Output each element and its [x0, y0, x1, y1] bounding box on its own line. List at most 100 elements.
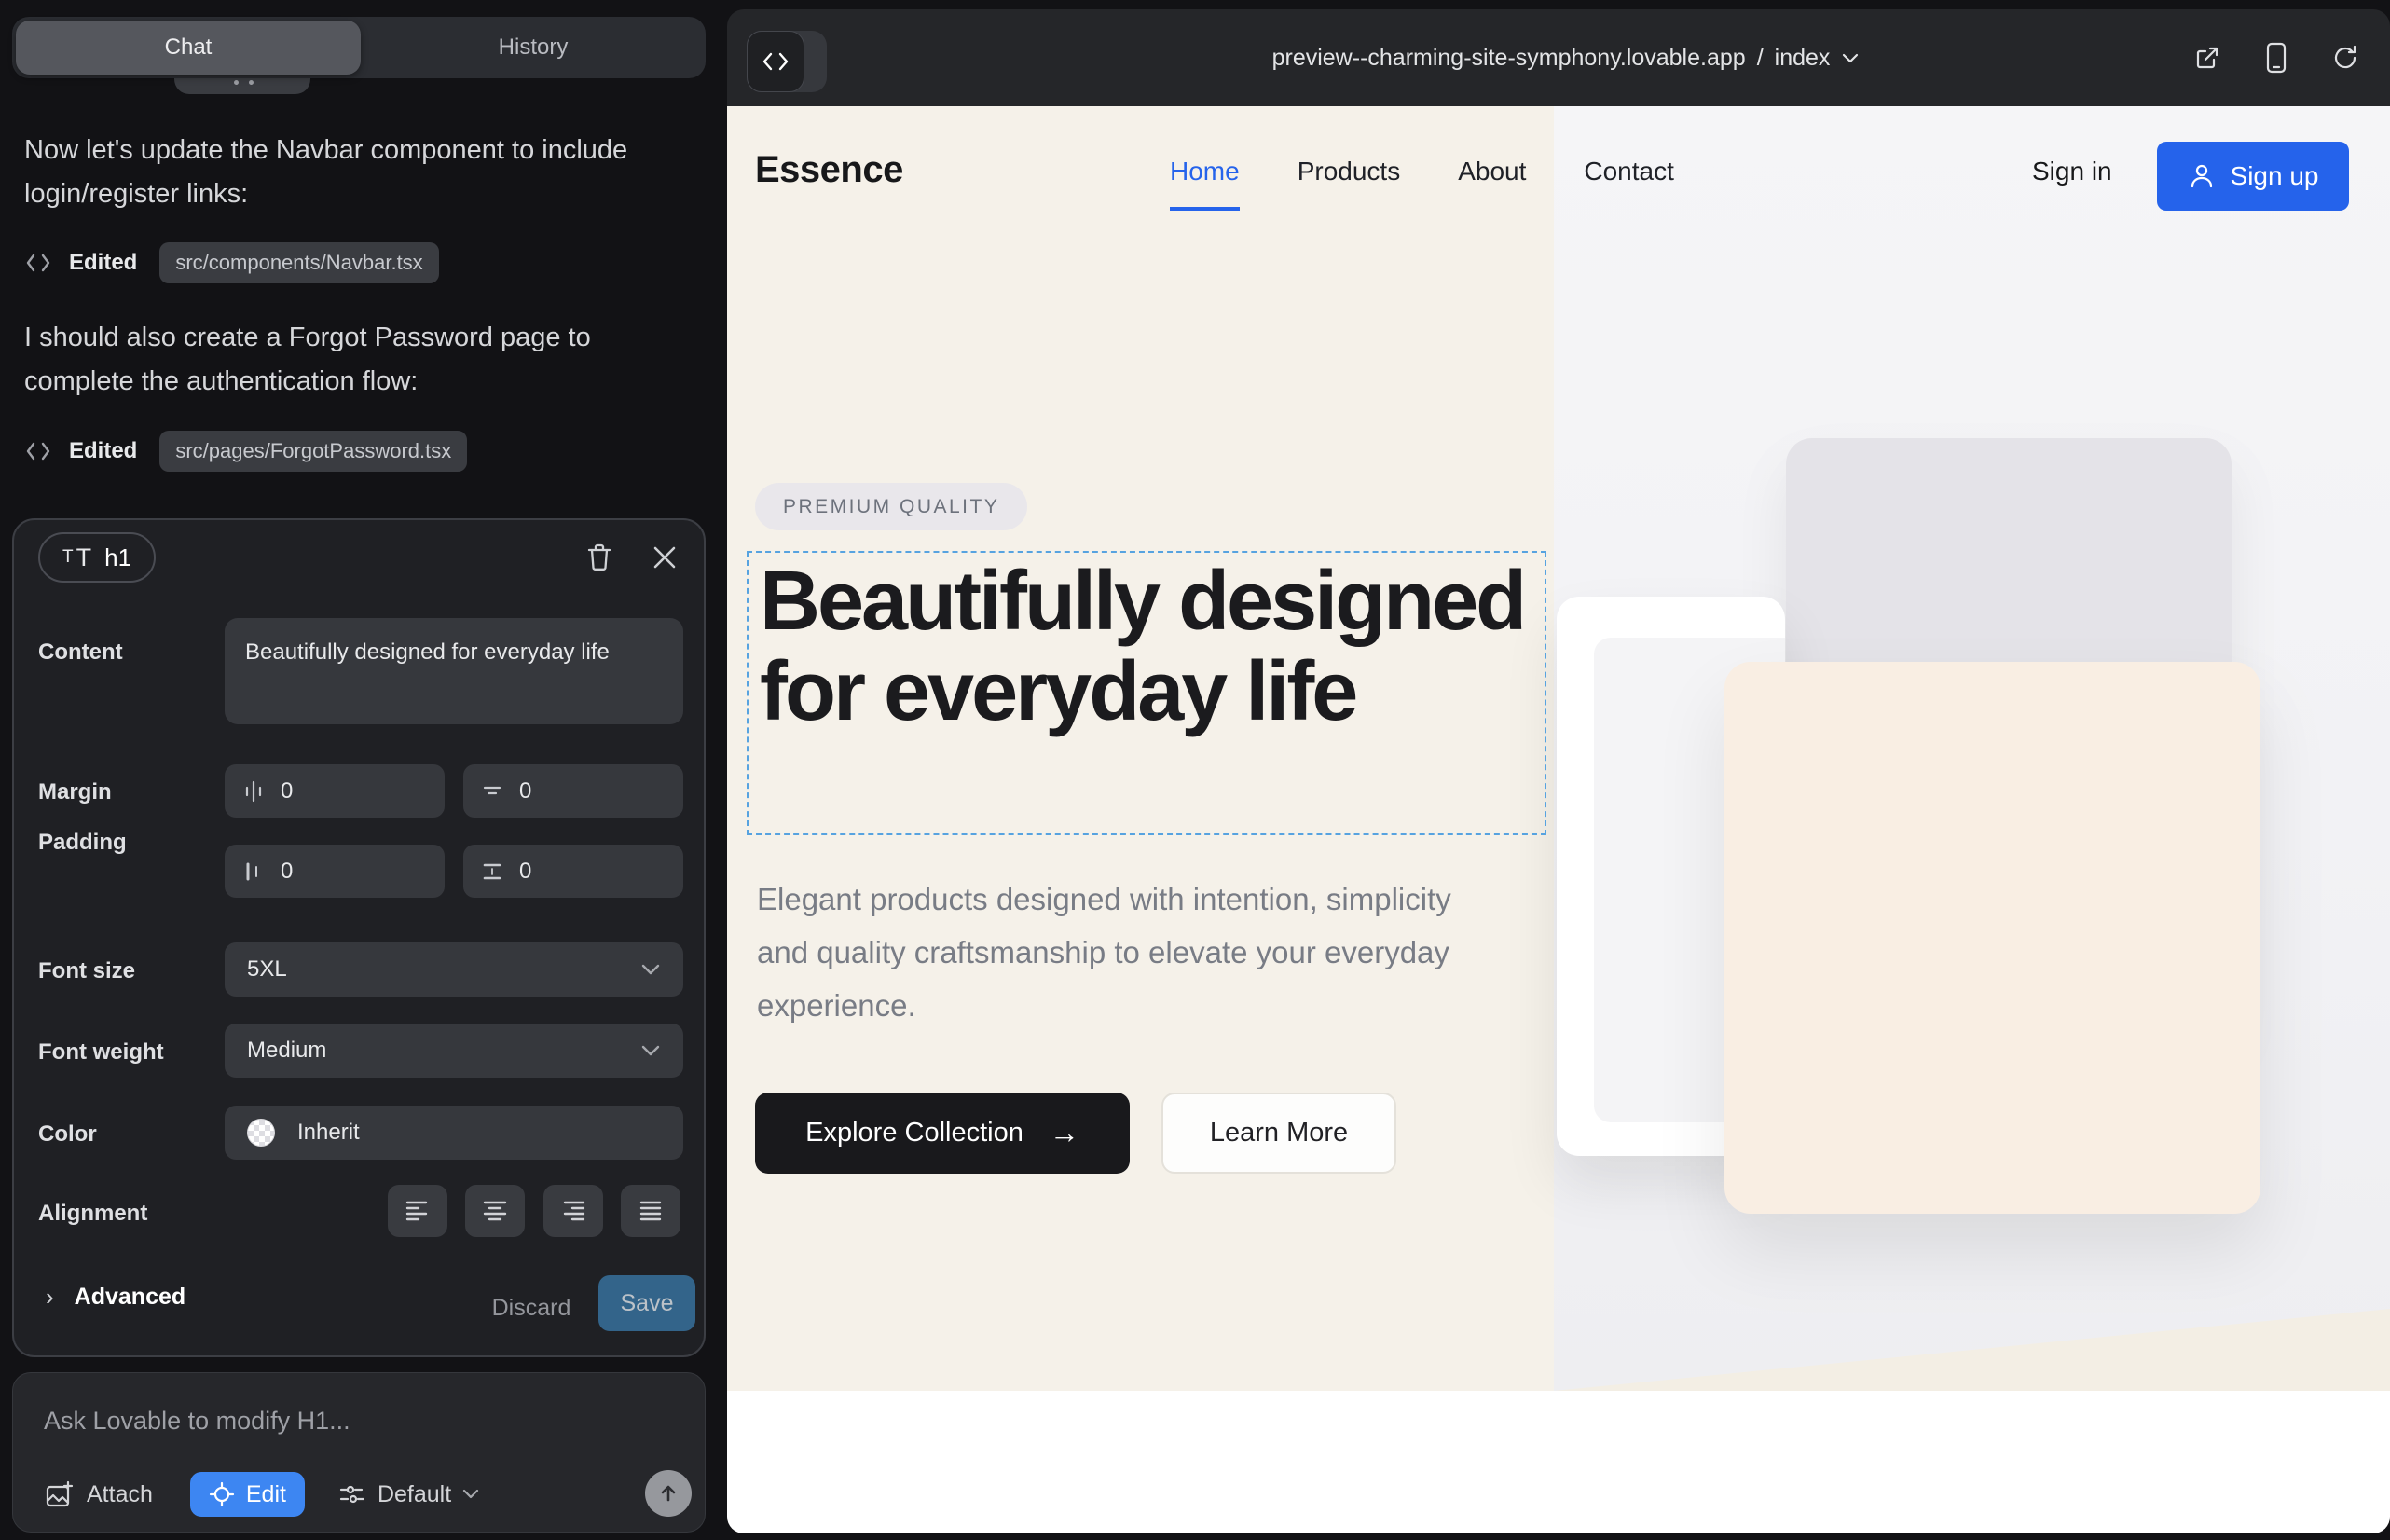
nav-link-about[interactable]: About — [1458, 157, 1526, 186]
premium-quality-badge: PREMIUM QUALITY — [755, 483, 1027, 530]
padding-vertical-icon — [480, 859, 504, 884]
explore-collection-button[interactable]: Explore Collection → — [755, 1093, 1130, 1174]
close-editor-button[interactable] — [646, 539, 683, 576]
edited-label: Edited — [69, 250, 137, 276]
nav-links: Home Products About Contact — [1170, 157, 1674, 186]
url-bar[interactable]: preview--charming-site-symphony.lovable.… — [1100, 9, 2032, 106]
chevron-down-icon — [640, 1044, 661, 1057]
selected-element-chip: T T h1 — [38, 532, 156, 583]
typography-icon: T — [62, 547, 74, 568]
padding-y-input[interactable]: 0 — [463, 845, 683, 898]
attach-button[interactable]: Attach — [44, 1479, 153, 1509]
arrow-right-icon: → — [1050, 1116, 1079, 1150]
margin-y-input[interactable]: 0 — [463, 764, 683, 818]
chevron-down-icon — [462, 1489, 479, 1500]
nav-link-products[interactable]: Products — [1298, 157, 1401, 186]
margin-label: Margin — [38, 779, 112, 805]
browser-chrome: preview--charming-site-symphony.lovable.… — [727, 9, 2390, 106]
code-icon — [24, 439, 52, 463]
align-center-icon — [481, 1199, 509, 1223]
padding-horizontal-icon — [241, 859, 266, 884]
mobile-device-icon — [2266, 42, 2287, 74]
close-icon — [652, 544, 678, 571]
preview-domain: preview--charming-site-symphony.lovable.… — [1272, 45, 1746, 72]
chat-history-tabbar: Chat History — [12, 17, 706, 78]
send-button[interactable] — [645, 1470, 692, 1517]
font-size-label: Font size — [38, 958, 135, 984]
font-weight-select[interactable]: Medium — [225, 1024, 683, 1078]
align-justify-icon — [637, 1199, 665, 1223]
align-justify-button[interactable] — [621, 1185, 680, 1237]
crosshair-icon — [209, 1481, 235, 1507]
margin-x-input[interactable]: 0 — [225, 764, 445, 818]
app-window: Chat History Now let's update the Navbar… — [0, 0, 2390, 1540]
edited-file-chip[interactable]: src/pages/ForgotPassword.tsx — [159, 431, 467, 472]
margin-horizontal-icon — [241, 779, 266, 804]
advanced-toggle[interactable]: › Advanced — [46, 1283, 185, 1312]
arrow-up-icon — [657, 1482, 680, 1505]
chevron-down-icon — [1841, 52, 1860, 64]
composer-actions: Attach Edit Default — [44, 1472, 479, 1517]
nav-link-home[interactable]: Home — [1170, 157, 1240, 186]
align-left-button[interactable] — [388, 1185, 447, 1237]
chat-message: Now let's update the Navbar component to… — [24, 129, 682, 216]
sliders-icon — [338, 1481, 364, 1507]
chevron-right-icon: › — [46, 1283, 54, 1312]
code-icon — [24, 251, 52, 275]
element-tag-label: h1 — [104, 543, 131, 572]
sign-up-button[interactable]: Sign up — [2157, 142, 2349, 211]
font-weight-label: Font weight — [38, 1039, 164, 1066]
preview-page: index — [1775, 45, 1831, 72]
margin-vertical-icon — [480, 779, 504, 804]
delete-element-button[interactable] — [581, 539, 618, 576]
user-icon — [2188, 162, 2216, 190]
model-mode-button[interactable]: Default — [338, 1481, 479, 1508]
content-label: Content — [38, 639, 123, 666]
color-swatch — [247, 1119, 275, 1147]
nav-link-contact[interactable]: Contact — [1584, 157, 1674, 186]
refresh-button[interactable] — [2328, 41, 2362, 75]
hero-image-card-beige — [1724, 662, 2260, 1214]
open-external-button[interactable] — [2191, 41, 2224, 75]
padding-x-input[interactable]: 0 — [225, 845, 445, 898]
color-select[interactable]: Inherit — [225, 1106, 683, 1160]
typography-icon: T — [76, 543, 92, 572]
element-selection-outline: Beautifully designed for everyday life — [747, 551, 1546, 835]
site-navbar: Essence Home Products About Contact Sign… — [727, 106, 2390, 242]
edited-file-row: Edited src/pages/ForgotPassword.tsx — [24, 431, 467, 472]
content-input[interactable]: Beautifully designed for everyday life — [225, 618, 683, 724]
tab-history[interactable]: History — [361, 17, 706, 78]
trash-icon — [585, 543, 613, 572]
site-viewport: Essence Home Products About Contact Sign… — [727, 106, 2390, 1533]
hero-description: Elegant products designed with intention… — [757, 873, 1493, 1032]
hero-heading[interactable]: Beautifully designed for everyday life — [760, 557, 1533, 737]
tab-chat[interactable]: Chat — [16, 21, 361, 75]
sign-in-link[interactable]: Sign in — [2032, 157, 2112, 186]
preview-browser-frame: preview--charming-site-symphony.lovable.… — [727, 9, 2390, 1533]
align-left-icon — [404, 1199, 432, 1223]
pill-dots-icon — [234, 80, 239, 85]
element-editor-panel: T T h1 Content Beautifully designed for … — [12, 518, 706, 1357]
color-label: Color — [38, 1121, 97, 1148]
site-logo[interactable]: Essence — [755, 149, 903, 191]
align-right-button[interactable] — [543, 1185, 603, 1237]
mobile-preview-button[interactable] — [2260, 41, 2293, 75]
code-icon — [747, 31, 804, 92]
save-button[interactable]: Save — [598, 1275, 695, 1331]
align-center-button[interactable] — [465, 1185, 525, 1237]
edited-file-chip[interactable]: src/components/Navbar.tsx — [159, 242, 438, 283]
edited-file-row: Edited src/components/Navbar.tsx — [24, 242, 439, 283]
chevron-down-icon — [640, 963, 661, 976]
learn-more-button[interactable]: Learn More — [1161, 1093, 1396, 1174]
font-size-select[interactable]: 5XL — [225, 942, 683, 997]
chat-message: I should also create a Forgot Password p… — [24, 316, 682, 404]
refresh-icon — [2331, 44, 2359, 72]
chrome-actions — [2191, 9, 2362, 106]
edit-mode-button[interactable]: Edit — [190, 1472, 305, 1517]
external-link-icon — [2193, 44, 2221, 72]
prompt-input[interactable]: Ask Lovable to modify H1... — [44, 1407, 350, 1436]
alignment-label: Alignment — [38, 1201, 147, 1227]
discard-button[interactable]: Discard — [480, 1283, 583, 1333]
code-view-toggle[interactable] — [747, 31, 827, 92]
url-separator: / — [1757, 45, 1764, 72]
